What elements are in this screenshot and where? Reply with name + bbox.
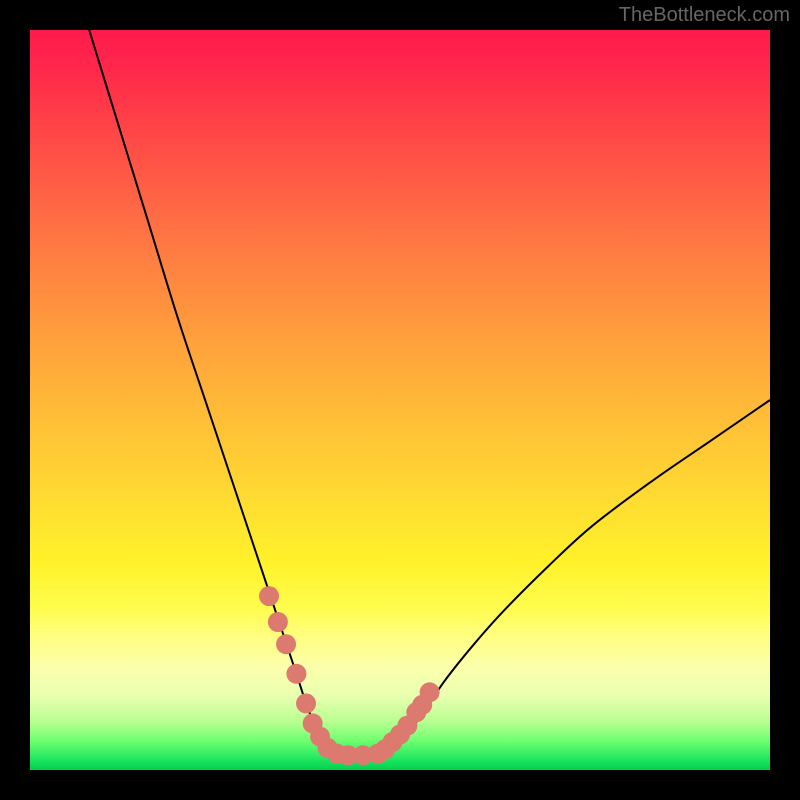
highlight-dot	[259, 586, 279, 606]
chart-container: TheBottleneck.com	[0, 0, 800, 800]
highlight-dot	[268, 612, 288, 632]
plot-area	[30, 30, 770, 770]
curve-svg	[30, 30, 770, 770]
highlight-dot	[420, 682, 440, 702]
highlight-dot	[296, 693, 316, 713]
watermark-text: TheBottleneck.com	[619, 4, 790, 27]
bottleneck-curve	[89, 30, 770, 756]
highlight-dot	[276, 634, 296, 654]
highlight-markers	[259, 586, 440, 765]
highlight-dot	[286, 664, 306, 684]
